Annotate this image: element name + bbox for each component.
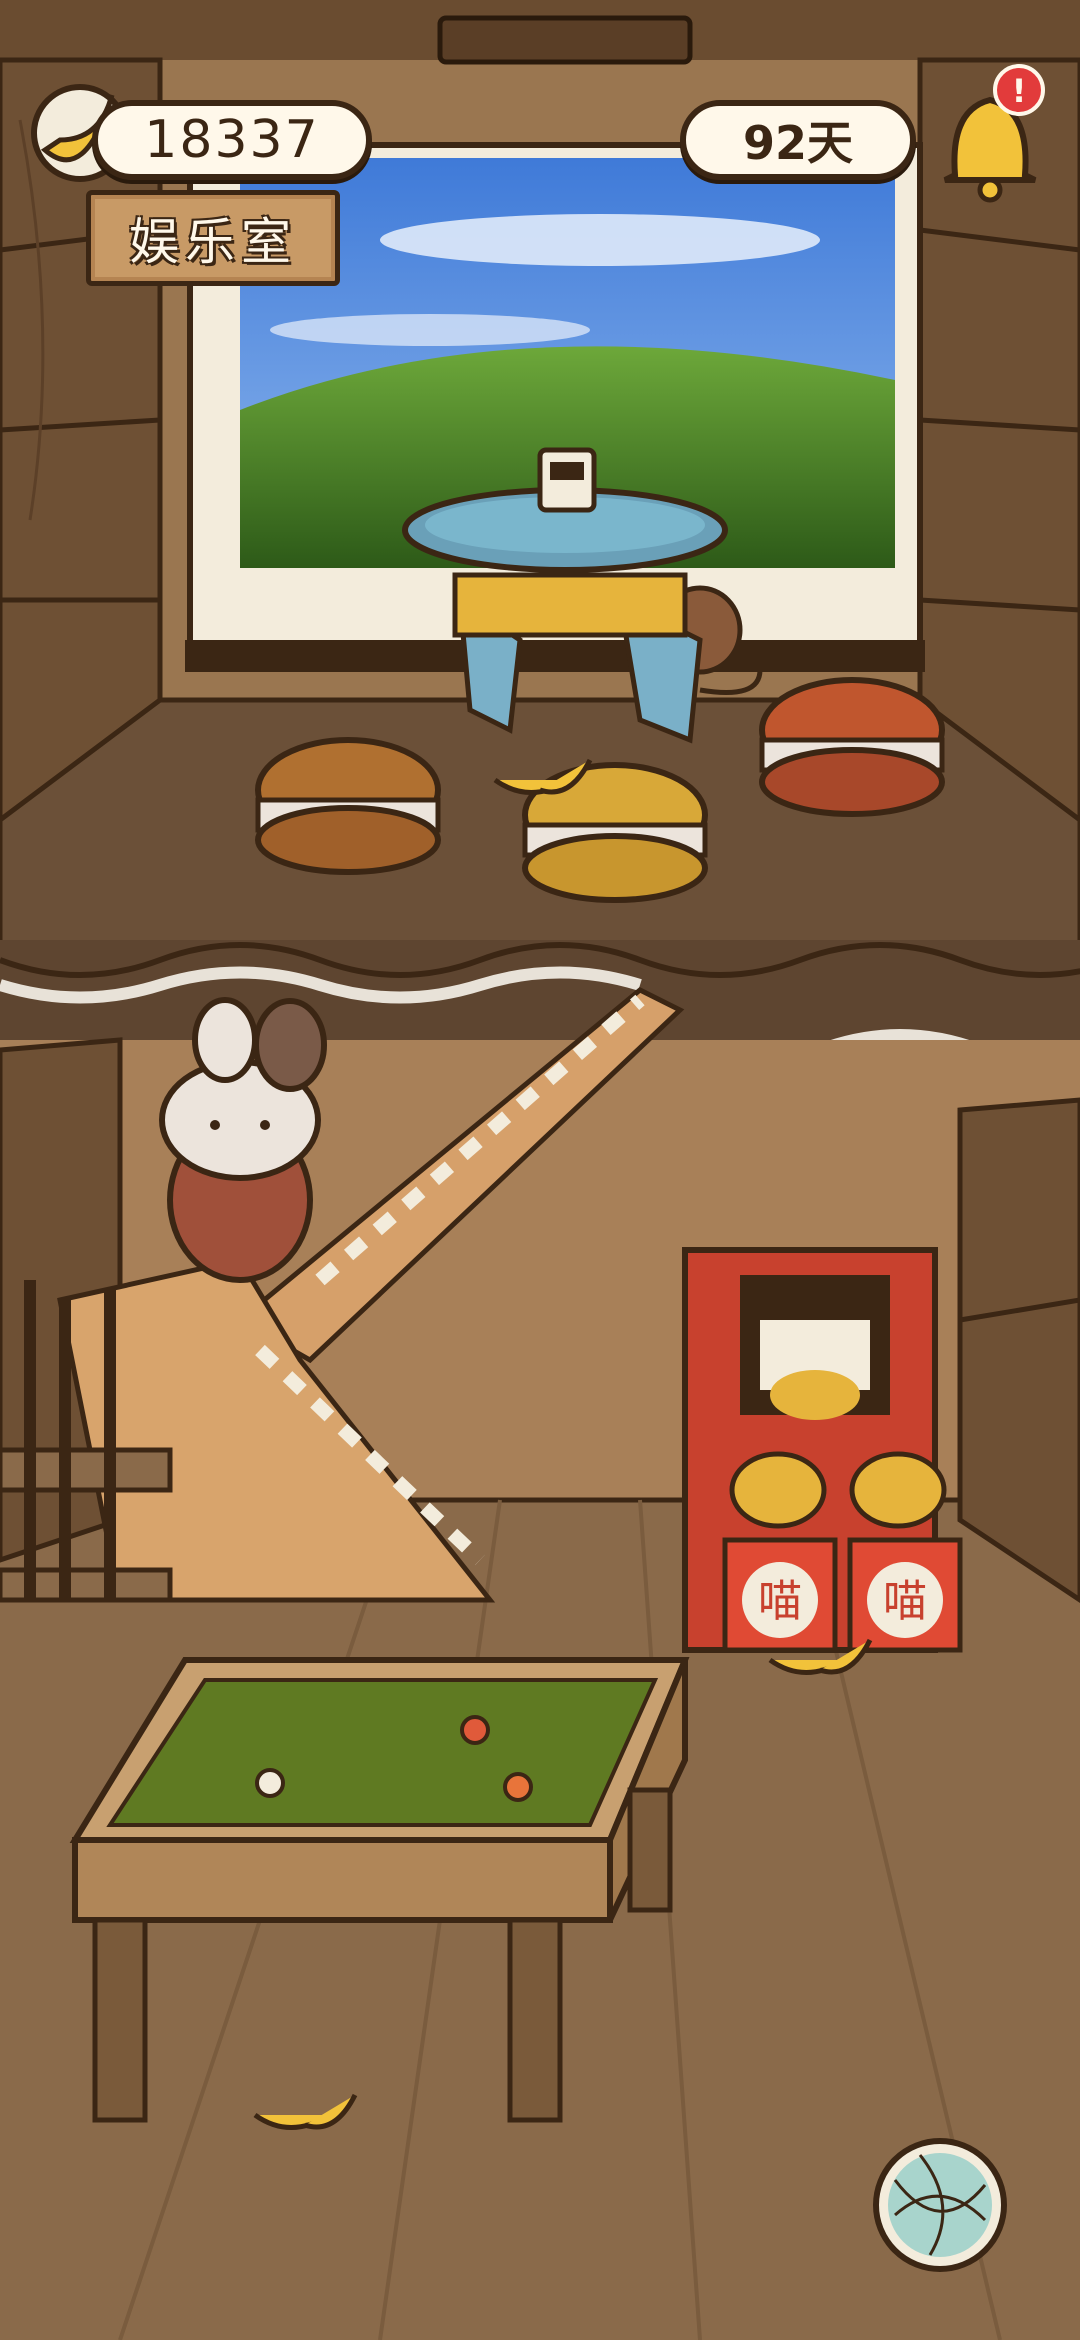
room-name: 娱乐室 [129, 213, 297, 271]
yarn-ball-icon[interactable] [873, 2138, 1007, 2272]
arcade-label-right: 喵 [883, 1576, 927, 1627]
day-counter: 92天 [680, 100, 916, 180]
notification-badge: ! [1012, 72, 1027, 110]
banana-counter: 18337 [92, 100, 372, 180]
room-name-sign: 娱乐室 [86, 190, 340, 286]
day-count: 92天 [742, 116, 853, 170]
arcade-label-left: 喵 [758, 1576, 802, 1627]
arcade-machine[interactable]: 喵 喵 [682, 1247, 963, 1653]
banana-count: 18337 [144, 110, 320, 170]
macaron-stool-left[interactable] [255, 737, 441, 875]
game-scene: 喵 喵 ! [0, 0, 1080, 2340]
macaron-stool-right[interactable] [759, 677, 945, 817]
